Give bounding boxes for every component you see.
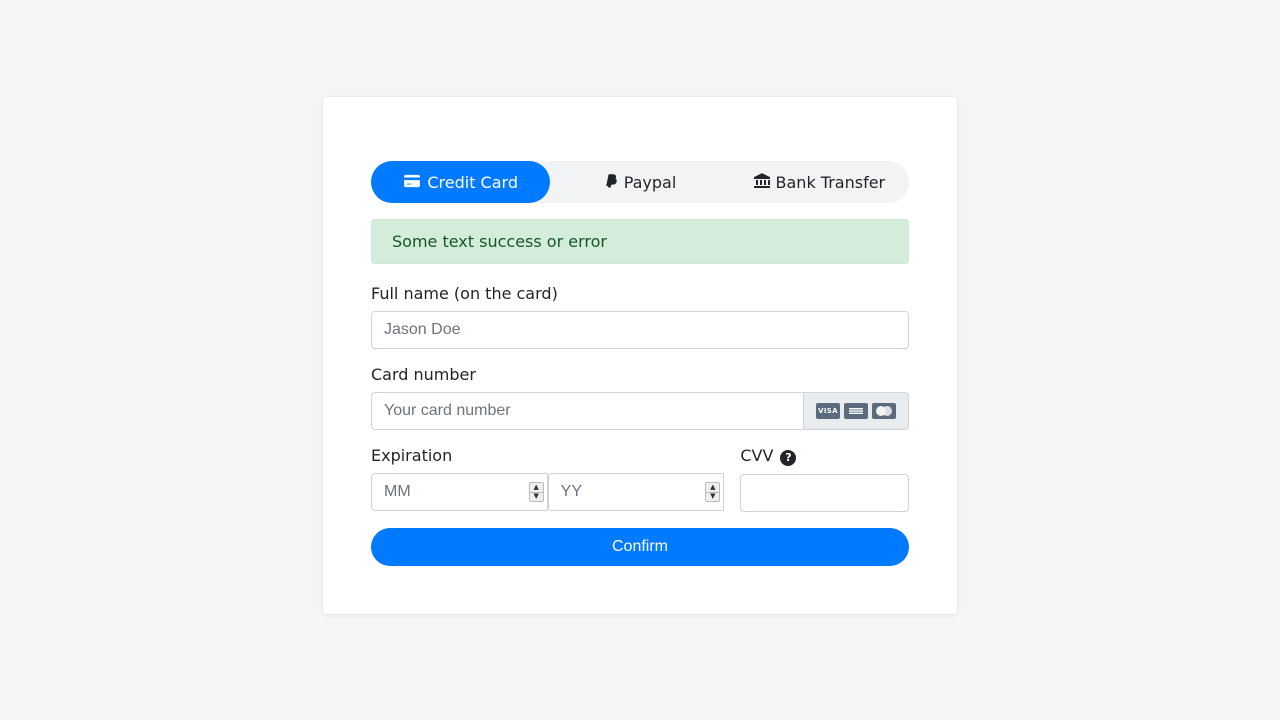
confirm-button[interactable]: Confirm [371,528,909,566]
visa-icon: VISA [816,403,840,419]
payment-card: Credit Card Paypal Bank Transfer [322,96,958,615]
tab-bank-transfer-label: Bank Transfer [776,173,886,192]
month-stepper[interactable]: ▲▼ [529,482,544,502]
help-icon[interactable]: ? [780,450,796,466]
credit-card-icon [403,173,421,192]
status-alert-text: Some text success or error [392,232,607,251]
cvv-input[interactable] [740,474,909,512]
tab-paypal[interactable]: Paypal [550,161,729,203]
expiration-year-input[interactable] [548,473,725,511]
expiration-month-input[interactable] [371,473,548,511]
expiration-label: Expiration [371,446,452,465]
card-brand-icons: VISA [804,392,909,430]
bank-icon [754,172,770,192]
tab-paypal-label: Paypal [624,173,677,192]
full-name-input[interactable] [371,311,909,349]
cvv-label: CVV ? [740,446,796,466]
tab-credit-card[interactable]: Credit Card [371,161,550,203]
card-number-label: Card number [371,365,476,384]
card-number-input[interactable] [371,392,804,430]
paypal-icon [604,172,618,192]
tab-credit-card-label: Credit Card [427,173,518,192]
year-stepper[interactable]: ▲▼ [705,482,720,502]
payment-method-tabs: Credit Card Paypal Bank Transfer [371,161,909,203]
mastercard-icon [872,403,896,419]
tab-bank-transfer[interactable]: Bank Transfer [730,161,909,203]
full-name-label: Full name (on the card) [371,284,558,303]
status-alert: Some text success or error [371,219,909,264]
amex-icon [844,403,868,419]
